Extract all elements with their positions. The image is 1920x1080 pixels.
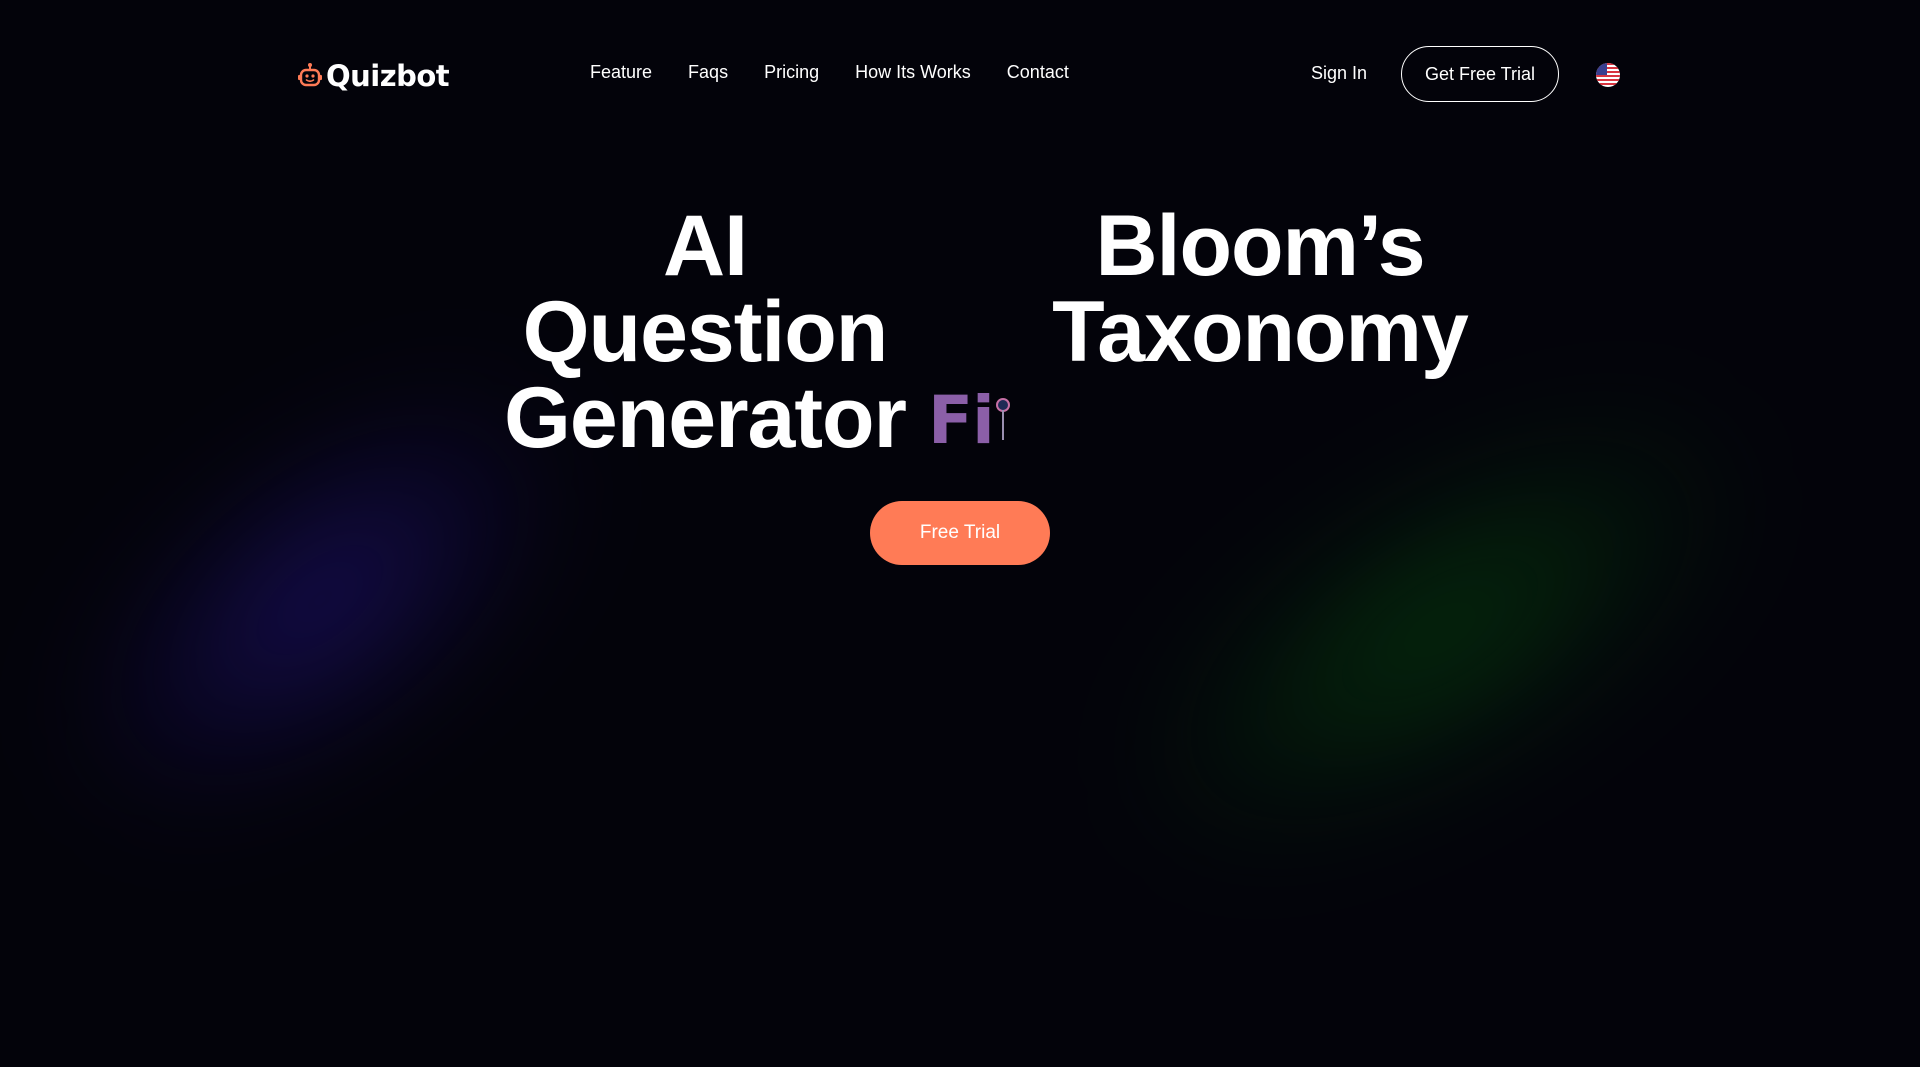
brand-logo[interactable]: Quizbot — [298, 54, 450, 98]
hero-title-left: AI Question Generator — [470, 203, 940, 461]
hero-title-right: Bloom’s Taxonomy — [1040, 203, 1480, 375]
get-free-trial-button[interactable]: Get Free Trial — [1401, 46, 1559, 102]
hero-title-right-line-2: Taxonomy — [1052, 284, 1469, 380]
typing-text: Fi — [928, 382, 995, 459]
page-bottom-edge — [0, 1067, 1920, 1080]
background-glow-green — [1082, 339, 1798, 921]
typing-cursor-icon — [994, 388, 1012, 454]
us-flag-icon[interactable] — [1596, 63, 1620, 87]
sign-in-link[interactable]: Sign In — [1311, 63, 1367, 84]
nav-link-pricing[interactable]: Pricing — [764, 62, 819, 83]
brand-name: Quizbot — [326, 59, 450, 93]
nav-link-faqs[interactable]: Faqs — [688, 62, 728, 83]
robot-head-icon — [298, 63, 322, 87]
site-header: Quizbot Feature Faqs Pricing How Its Wor… — [0, 0, 1920, 150]
hero-title-left-line-2: Generator — [503, 370, 907, 466]
free-trial-button[interactable]: Free Trial — [870, 501, 1050, 565]
landing-page: Quizbot Feature Faqs Pricing How Its Wor… — [0, 0, 1920, 1067]
nav-link-contact[interactable]: Contact — [1007, 62, 1069, 83]
hero-title-right-line-1: Bloom’s — [1095, 198, 1425, 294]
hero-title-left-line-1: AI Question — [522, 198, 889, 380]
main-nav: Feature Faqs Pricing How Its Works Conta… — [590, 62, 1069, 83]
typing-animation: Fi — [928, 388, 1012, 454]
nav-link-how-it-works[interactable]: How Its Works — [855, 62, 971, 83]
nav-link-feature[interactable]: Feature — [590, 62, 652, 83]
